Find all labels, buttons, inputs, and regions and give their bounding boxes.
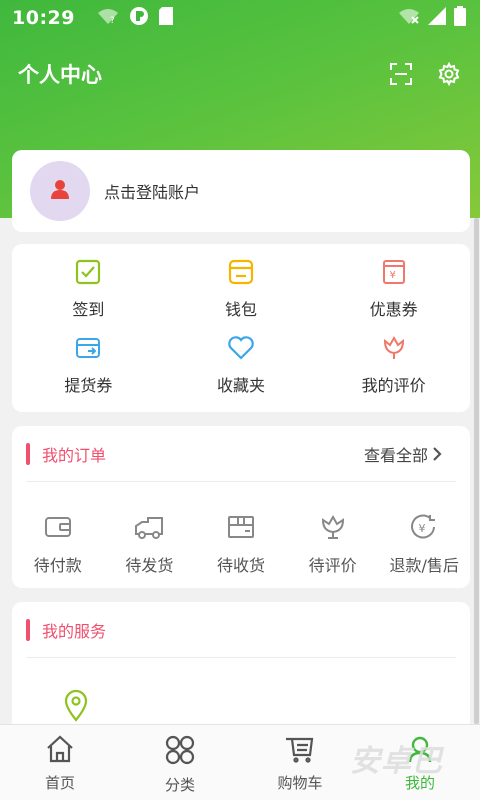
quick-link-checkin[interactable]: 签到: [12, 258, 165, 326]
pickup-voucher-icon: [74, 334, 102, 362]
profile-icon: [406, 735, 434, 767]
tab-cart[interactable]: 购物车: [240, 725, 360, 800]
page-title: 个人中心: [18, 63, 102, 87]
orders-title: 我的订单: [42, 445, 107, 465]
quick-link-label: 签到: [72, 300, 105, 319]
package-icon: [227, 514, 255, 544]
sim-card-icon: [158, 7, 173, 29]
category-grid-icon: [165, 735, 195, 769]
order-status-pending-review[interactable]: 待评价: [291, 514, 375, 576]
tab-home[interactable]: 首页: [0, 725, 120, 800]
section-accent-bar: [26, 442, 30, 465]
quick-link-label: 我的评价: [361, 376, 426, 395]
quick-link-favorites[interactable]: 收藏夹: [165, 334, 318, 402]
tab-category[interactable]: 分类: [120, 725, 240, 800]
view-all-orders-link[interactable]: 查看全部: [364, 442, 442, 466]
cart-icon: [284, 735, 316, 767]
section-accent-bar: [26, 618, 30, 641]
coupon-icon: ¥: [380, 258, 408, 286]
app-notification-icon: [129, 6, 149, 30]
services-title: 我的服务: [42, 621, 107, 641]
scrollbar[interactable]: [474, 218, 479, 724]
quick-link-my-reviews[interactable]: 我的评价: [317, 334, 470, 402]
wifi-off-icon: [398, 7, 420, 29]
orders-header: 我的订单 查看全部: [26, 426, 456, 482]
avatar[interactable]: [30, 161, 90, 221]
home-icon: [45, 735, 75, 767]
settings-gear-icon[interactable]: [436, 61, 462, 87]
order-status-refund[interactable]: ¥ 退款/售后: [382, 514, 466, 576]
tab-label: 我的: [404, 774, 435, 792]
quick-link-wallet[interactable]: 钱包: [165, 258, 318, 326]
quick-link-label: 提货券: [64, 376, 113, 395]
signal-icon: [428, 7, 446, 29]
chevron-right-icon: [432, 446, 442, 462]
login-prompt[interactable]: 点击登陆账户: [104, 179, 200, 203]
order-status-label: 待付款: [33, 556, 82, 575]
heart-icon: [227, 334, 255, 362]
wallet-icon: [227, 258, 255, 286]
checkin-icon: [74, 258, 102, 286]
scan-icon[interactable]: [388, 61, 414, 87]
status-bar: 10:29 ?: [0, 0, 480, 36]
orders-card: 我的订单 查看全部 待付款 待发货 待收货 待评价 ¥ 退款/售后: [12, 426, 470, 588]
tab-label: 分类: [164, 776, 195, 794]
wallet-pay-icon: [44, 514, 72, 544]
review-flower-icon: [380, 334, 408, 362]
order-status-pending-receipt[interactable]: 待收货: [199, 514, 283, 576]
title-row: 个人中心: [0, 52, 480, 96]
review-icon: [319, 514, 347, 544]
quick-link-coupon[interactable]: ¥ 优惠券: [317, 258, 470, 326]
services-header: 我的服务: [26, 602, 456, 658]
quick-link-pickup-voucher[interactable]: 提货券: [12, 334, 165, 402]
quick-link-label: 优惠券: [369, 300, 418, 319]
status-time: 10:29: [12, 7, 75, 29]
svg-text:¥: ¥: [389, 270, 395, 281]
tab-label: 首页: [44, 774, 75, 792]
tab-label: 购物车: [277, 774, 323, 792]
services-card: 我的服务: [12, 602, 470, 732]
bottom-tab-bar: 首页 分类 购物车 我的: [0, 724, 480, 800]
svg-text:?: ?: [110, 16, 115, 25]
order-status-label: 待收货: [216, 556, 265, 575]
quick-link-label: 收藏夹: [216, 376, 265, 395]
order-status-label: 待发货: [125, 556, 174, 575]
user-avatar-icon: [49, 178, 71, 204]
order-status-pending-payment[interactable]: 待付款: [16, 514, 100, 576]
wifi-question-icon: ?: [97, 7, 119, 29]
truck-icon: [134, 514, 164, 544]
order-status-label: 退款/售后: [389, 556, 459, 575]
battery-icon: [454, 6, 466, 30]
order-status-pending-shipment[interactable]: 待发货: [107, 514, 191, 576]
tab-profile[interactable]: 我的: [360, 725, 480, 800]
order-status-label: 待评价: [308, 556, 357, 575]
svg-text:¥: ¥: [419, 522, 426, 535]
quick-links-card: 签到 钱包 ¥ 优惠券 提货券 收藏夹 我的评价: [12, 244, 470, 412]
quick-link-label: 钱包: [224, 300, 257, 319]
refund-icon: ¥: [410, 514, 438, 544]
login-card[interactable]: 点击登陆账户: [12, 150, 470, 232]
view-all-label: 查看全部: [363, 445, 428, 465]
